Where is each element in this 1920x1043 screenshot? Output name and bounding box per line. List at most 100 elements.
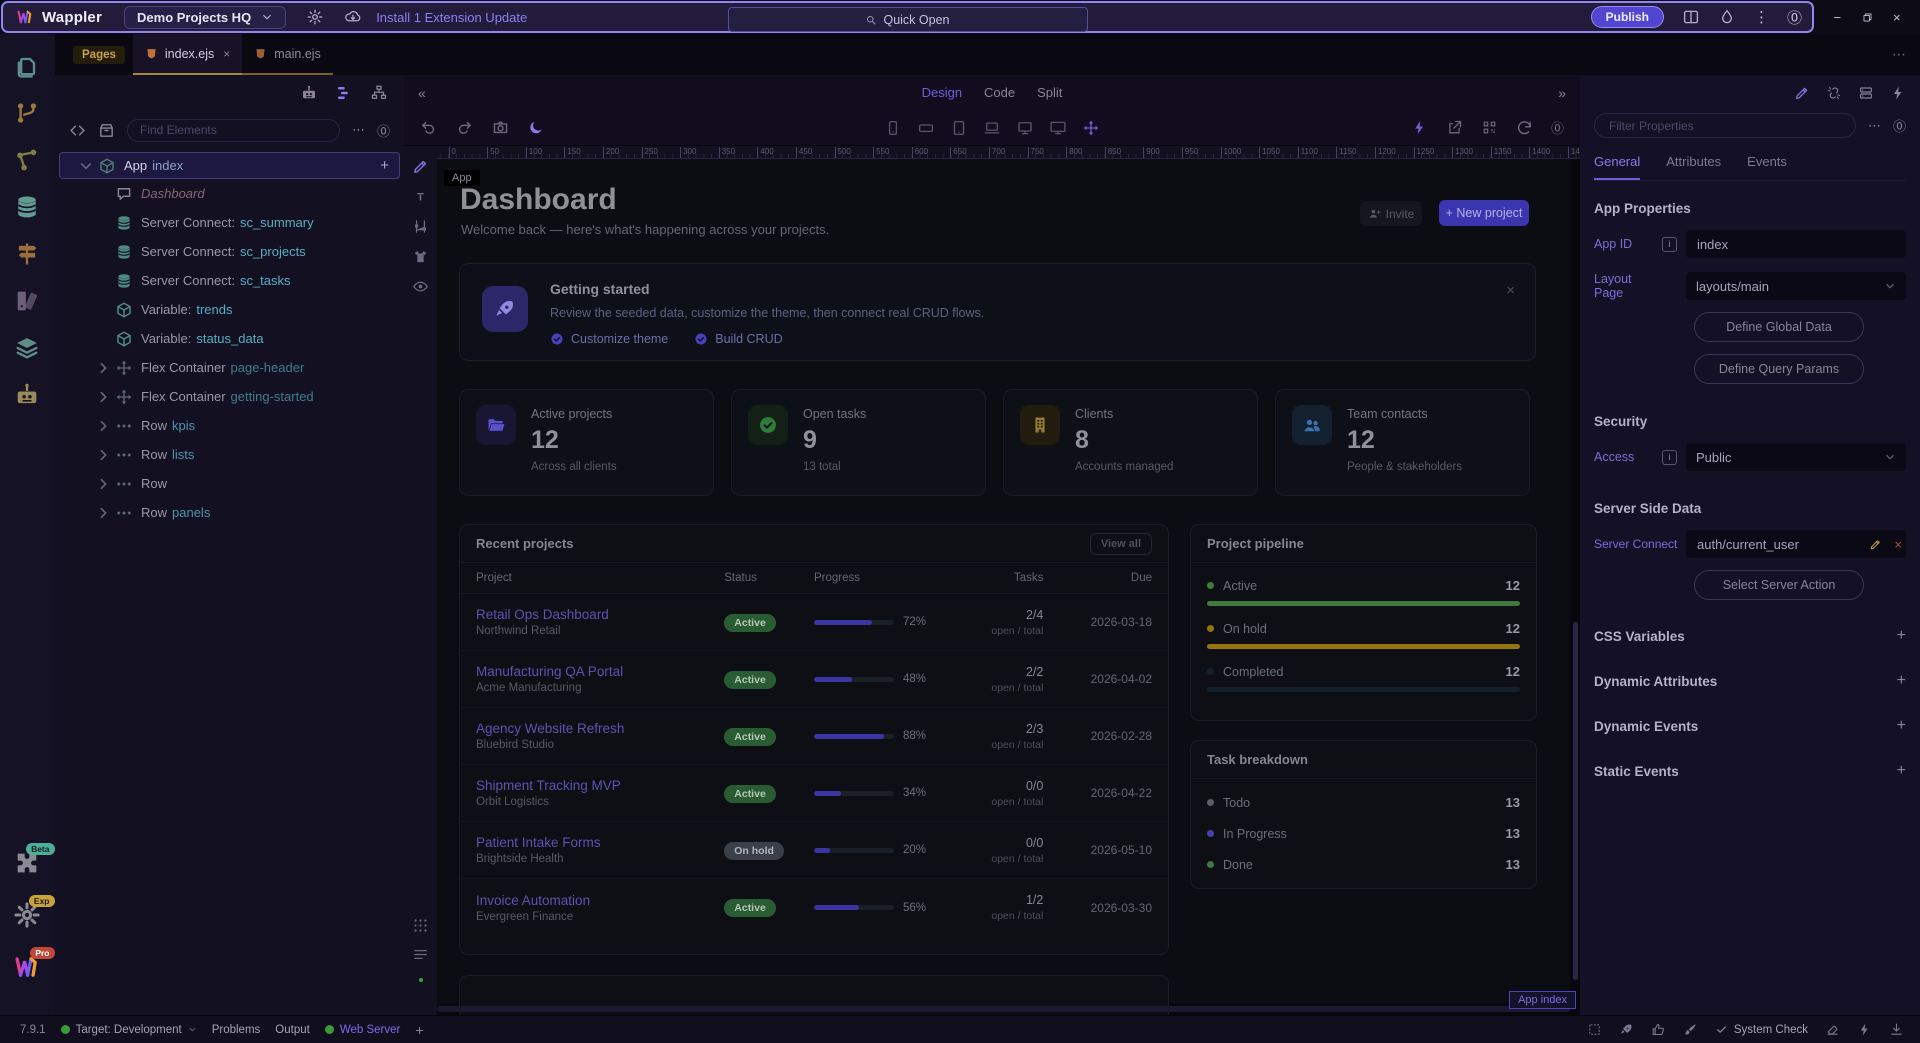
expand-section-icon[interactable]: + (1897, 672, 1906, 690)
properties-more-icon[interactable]: ⋯ (1868, 118, 1881, 134)
monitor-device-icon[interactable] (1016, 119, 1034, 137)
filter-properties-input[interactable] (1594, 113, 1856, 138)
minimize-button[interactable]: − (1831, 11, 1844, 24)
move-device-icon[interactable] (1082, 119, 1100, 137)
tree-item-app-index[interactable]: Appindex+ (59, 152, 400, 179)
chevron-right-icon[interactable] (95, 505, 111, 521)
select-server-action-button[interactable]: Select Server Action (1694, 570, 1864, 600)
tree-item-row-panels[interactable]: Rowpanels (59, 498, 400, 527)
publish-button[interactable]: Publish (1591, 6, 1664, 28)
system-check-button[interactable]: System Check (1715, 1023, 1808, 1036)
chevron-right-icon[interactable] (95, 389, 111, 405)
collapse-left-icon[interactable]: « (418, 85, 426, 101)
rail-item-beta-features[interactable]: Beta (13, 849, 43, 877)
ai-robot-icon[interactable] (300, 84, 318, 102)
properties-tab-events[interactable]: Events (1747, 154, 1787, 180)
expand-section-icon[interactable]: + (1897, 627, 1906, 645)
project-link[interactable]: Shipment Tracking MVP (476, 778, 724, 793)
tool-eye-icon[interactable] (412, 278, 429, 295)
structure-list-view-icon[interactable] (335, 84, 353, 102)
chevron-right-icon[interactable] (95, 447, 111, 463)
pages-button[interactable]: Pages (73, 46, 125, 64)
rail-item-experimental-features[interactable]: Exp (13, 901, 43, 929)
table-row-retail-ops-dashboard[interactable]: Retail Ops DashboardNorthwind RetailActi… (460, 594, 1168, 651)
properties-tab-attributes[interactable]: Attributes (1666, 154, 1721, 180)
phone-device-icon[interactable] (884, 119, 902, 137)
getting-started-close-icon[interactable]: × (1506, 282, 1515, 299)
download-icon[interactable] (1889, 1022, 1904, 1037)
tree-item-server-connect-sc-summary[interactable]: Server Connect:sc_summary (59, 208, 400, 237)
settings-gear-icon[interactable] (306, 8, 324, 26)
rail-item-ai-assistant[interactable] (13, 381, 43, 409)
structure-help-icon[interactable]: ⓪ (377, 121, 390, 140)
canvas-vertical-scrollbar[interactable] (1573, 622, 1578, 980)
table-row-invoice-automation[interactable]: Invoice AutomationEvergreen FinanceActiv… (460, 879, 1168, 936)
properties-help-icon[interactable]: ⓪ (1893, 116, 1906, 135)
section-css-variables[interactable]: CSS Variables+ (1594, 627, 1906, 645)
web-server-button[interactable]: Web Server (325, 1024, 401, 1036)
thumbs-up-icon[interactable] (1651, 1022, 1666, 1037)
project-selector[interactable]: Demo Projects HQ (124, 6, 286, 29)
extension-update-link[interactable]: Install 1 Extension Update (376, 10, 527, 25)
layout-page-select[interactable]: layouts/main (1686, 272, 1906, 300)
canvas-help-icon[interactable]: ⓪ (1551, 118, 1564, 137)
monitor-large-device-icon[interactable] (1049, 119, 1067, 137)
eraser-icon[interactable] (1825, 1022, 1840, 1037)
section-dynamic-events[interactable]: Dynamic Events+ (1594, 717, 1906, 735)
events-bolt-icon[interactable] (1890, 85, 1906, 101)
tab-main.ejs[interactable]: main.ejs (242, 34, 333, 75)
find-elements-input[interactable] (127, 119, 340, 142)
tool-pencil-icon[interactable] (412, 158, 429, 175)
water-drop-icon[interactable] (1718, 8, 1736, 26)
tree-item-flex-container-page-header[interactable]: Flex Containerpage-header (59, 353, 400, 382)
rail-item-layers[interactable] (13, 334, 43, 362)
help-icon[interactable]: ⓪ (1787, 7, 1802, 28)
refresh-icon[interactable] (1516, 119, 1533, 136)
phone-landscape-device-icon[interactable] (917, 119, 935, 137)
view-all-button[interactable]: View all (1090, 533, 1152, 555)
rail-item-workflows[interactable] (13, 146, 43, 174)
components-package-icon[interactable] (98, 122, 115, 139)
properties-tab-general[interactable]: General (1594, 154, 1640, 180)
add-panel-icon[interactable]: + (415, 1022, 423, 1038)
screenshot-camera-icon[interactable] (492, 119, 509, 136)
invite-button[interactable]: Invite (1360, 201, 1422, 226)
hierarchy-view-icon[interactable] (370, 84, 388, 102)
brush-icon[interactable] (1683, 1022, 1698, 1037)
unlink-icon[interactable] (1826, 85, 1842, 101)
chevron-right-icon[interactable] (95, 418, 111, 434)
open-external-icon[interactable] (1446, 119, 1463, 136)
undo-icon[interactable] (420, 119, 437, 136)
view-tab-split[interactable]: Split (1037, 85, 1062, 100)
tree-item-dashboard[interactable]: Dashboard (59, 179, 400, 208)
tool-text-tool-icon[interactable]: T (412, 188, 429, 205)
add-element-icon[interactable]: + (380, 157, 389, 174)
tool-slider-icon[interactable] (412, 218, 429, 235)
tree-item-row-lists[interactable]: Rowlists (59, 440, 400, 469)
output-button[interactable]: Output (275, 1024, 310, 1036)
rail-item-git-manager[interactable] (13, 99, 43, 127)
chevron-right-icon[interactable] (95, 476, 111, 492)
view-tab-code[interactable]: Code (984, 85, 1015, 100)
access-select[interactable]: Public (1686, 443, 1906, 471)
tabstrip-overflow-icon[interactable]: ⋯ (1892, 46, 1906, 63)
close-button[interactable]: × (1890, 11, 1903, 24)
table-row-patient-intake-forms[interactable]: Patient Intake FormsBrightside HealthOn … (460, 822, 1168, 879)
tree-item-server-connect-sc-projects[interactable]: Server Connect:sc_projects (59, 237, 400, 266)
more-menu-icon[interactable]: ⋮ (1754, 8, 1769, 26)
problems-button[interactable]: Problems (212, 1024, 261, 1036)
tool-grid-icon[interactable] (412, 917, 429, 934)
collapse-right-icon[interactable]: » (1558, 85, 1566, 101)
tree-item-server-connect-sc-tasks[interactable]: Server Connect:sc_tasks (59, 266, 400, 295)
actions-bolt-icon[interactable] (1411, 119, 1428, 136)
code-view-icon[interactable] (69, 122, 86, 139)
tab-close-icon[interactable]: × (223, 47, 230, 61)
clear-action-icon[interactable]: × (1894, 537, 1902, 552)
app-id-input[interactable] (1686, 230, 1906, 258)
section-static-events[interactable]: Static Events+ (1594, 762, 1906, 780)
rail-item-design-system[interactable] (13, 287, 43, 315)
canvas-horizontal-scrollbar[interactable] (437, 1006, 1570, 1012)
tree-item-flex-container-getting-started[interactable]: Flex Containergetting-started (59, 382, 400, 411)
tree-item-variable-status-data[interactable]: Variable:status_data (59, 324, 400, 353)
project-link[interactable]: Manufacturing QA Portal (476, 664, 724, 679)
